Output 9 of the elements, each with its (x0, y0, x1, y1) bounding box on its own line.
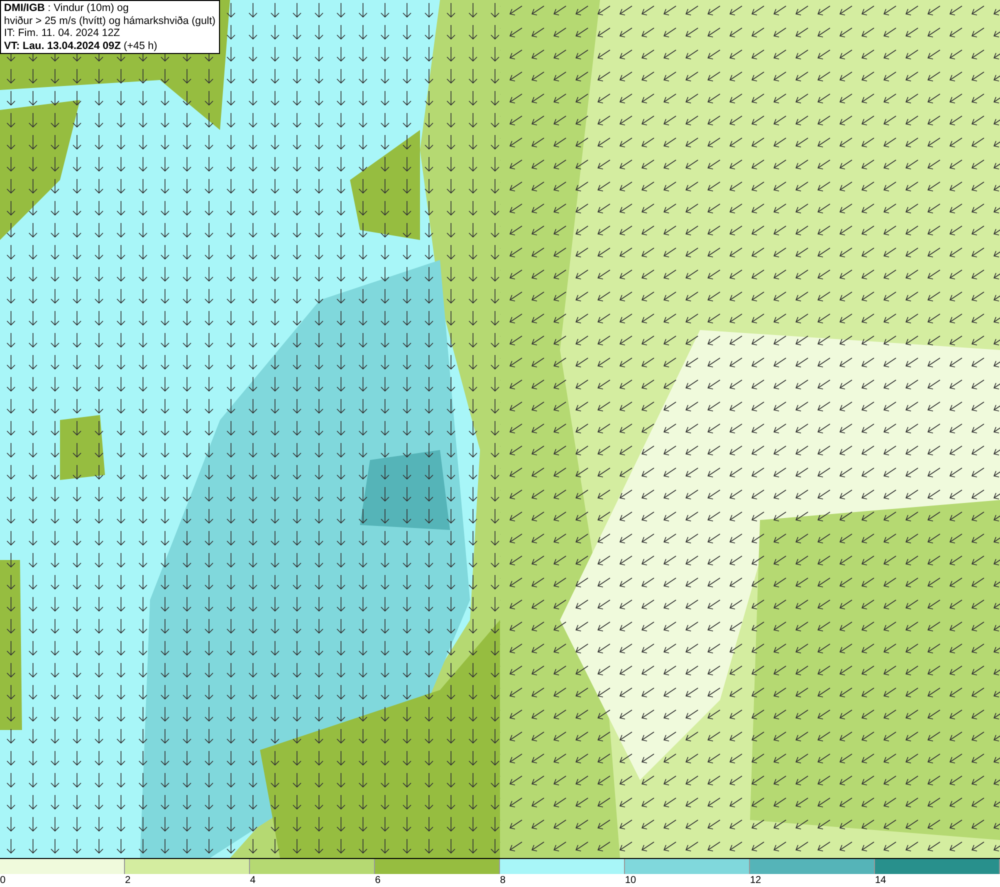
scale-label: 6 (375, 875, 381, 886)
scale-label: 14 (875, 875, 886, 886)
scale-label: 0 (0, 875, 6, 886)
scale-label: 4 (250, 875, 256, 886)
scale-label: 10 (625, 875, 636, 886)
scale-label: 12 (750, 875, 762, 886)
scale-label: 2 (125, 875, 131, 886)
map-caption: DMI/IGB : Vindur (10m) og hviður > 25 m/s (hvítt) og hámarkshviða (gult) IT: Fim. 11. 04. 2024 12Z VT: Lau. 13.04.2024 09Z (+45 h) (0, 0, 220, 54)
scale-label: 8 (500, 875, 506, 886)
